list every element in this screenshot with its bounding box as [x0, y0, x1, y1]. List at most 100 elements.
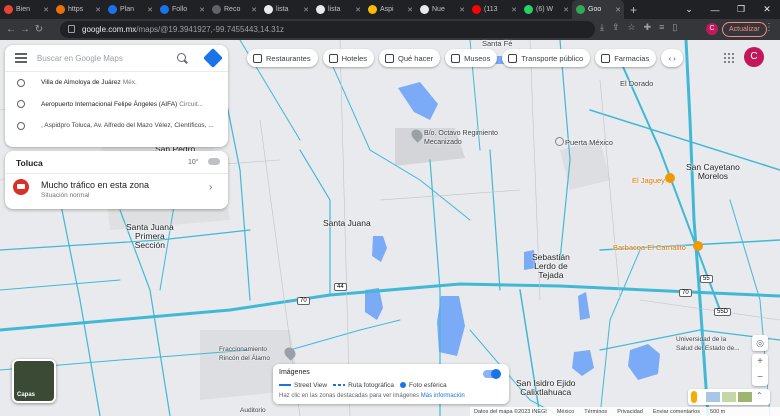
menu-icon[interactable]: ⋮ [764, 22, 774, 33]
extensions-icon[interactable]: ✚ [644, 22, 652, 33]
chip-public-transport[interactable]: Transporte público [502, 49, 591, 67]
search-panel: Buscar en Google Maps Villa de Almoloya … [5, 45, 228, 147]
map-label: B/o. Octavo Regimiento Mecanizado [424, 130, 498, 146]
close-icon[interactable]: ✕ [754, 4, 780, 15]
tab-close-icon[interactable]: ✕ [407, 6, 413, 14]
reading-list-icon[interactable]: ≡ [659, 22, 664, 33]
country-link[interactable]: México [557, 409, 574, 415]
hamburger-menu-icon[interactable] [15, 51, 27, 66]
browser-tab[interactable]: (113 ✕ [468, 0, 520, 19]
bookmark-star-icon[interactable]: ☆ [628, 22, 636, 33]
browser-tab[interactable]: Reco ✕ [208, 0, 260, 19]
thumbnail[interactable] [738, 392, 752, 402]
chip-things-to-do[interactable]: Qué hacer [379, 49, 441, 67]
directions-icon[interactable] [203, 48, 223, 68]
sphere-legend: Foto esférica [400, 382, 447, 389]
tab-close-icon[interactable]: ✕ [95, 6, 101, 14]
update-button[interactable]: Actualizar [722, 22, 767, 37]
thumbnail[interactable] [722, 392, 736, 402]
zoom-out-button[interactable]: − [752, 370, 768, 386]
my-location-button[interactable]: ◎ [752, 335, 768, 351]
minimize-icon[interactable]: — [702, 5, 728, 15]
restaurant-pin-icon[interactable] [665, 173, 675, 183]
tab-favicon-icon [472, 5, 481, 14]
tab-close-icon[interactable]: ✕ [147, 6, 153, 14]
side-panel-icon[interactable]: ▯ [672, 22, 677, 33]
thumbnail[interactable] [706, 392, 720, 402]
pharmacy-icon [601, 53, 611, 63]
chip-hotels[interactable]: Hoteles [322, 49, 375, 67]
chip-pharmacies[interactable]: Farmacias [595, 49, 657, 67]
traffic-title: Mucho tráfico en esta zona [41, 180, 150, 190]
search-input[interactable]: Buscar en Google Maps [37, 54, 123, 63]
tab-close-icon[interactable]: ✕ [251, 6, 257, 14]
window-controls: ⌄ — ❐ ✕ [676, 0, 780, 19]
chip-restaurants[interactable]: Restaurantes [247, 49, 318, 67]
history-item[interactable]: , Aspidpro Toluca, Av. Alfredo del Mazo … [5, 115, 228, 137]
back-icon[interactable]: ← [4, 24, 18, 35]
history-item[interactable]: Aeropuerto Internacional Felipe Ángeles … [5, 94, 228, 116]
browser-tab[interactable]: lista ✕ [312, 0, 364, 19]
route-shield: 70 [679, 289, 692, 297]
photo-route-legend: Ruta fotográfica [333, 382, 394, 389]
chips-scroll-button[interactable]: ‹ › [661, 49, 684, 67]
layers-button[interactable]: Capas [12, 359, 56, 403]
map-label: Sebastián Lerdo de Tejada [532, 252, 570, 280]
traffic-panel[interactable]: Toluca 10° Mucho tráfico en esta zona Si… [5, 151, 228, 209]
map-label: Fraccionamiento Rincón del Álamo [219, 346, 270, 362]
tab-close-icon[interactable]: ✕ [563, 6, 569, 14]
tab-close-icon[interactable]: ✕ [615, 6, 621, 14]
browser-tab[interactable]: lista ✕ [260, 0, 312, 19]
browser-tab[interactable]: Goo ✕ [572, 0, 624, 19]
install-icon[interactable]: ⤓ [600, 22, 604, 33]
tab-close-icon[interactable]: ✕ [43, 6, 49, 14]
account-avatar[interactable]: C [744, 47, 764, 67]
history-clock-icon [17, 100, 25, 109]
browser-tab[interactable]: Aspi ✕ [364, 0, 416, 19]
google-apps-icon[interactable] [723, 52, 735, 64]
browser-tab[interactable]: Follo ✕ [156, 0, 208, 19]
poi-shop-icon[interactable] [555, 137, 564, 146]
feedback-link[interactable]: Enviar comentarios [653, 409, 700, 415]
chevron-down-icon[interactable]: ⌄ [676, 4, 702, 15]
browser-tab[interactable]: https ✕ [52, 0, 104, 19]
zoom-in-button[interactable]: + [752, 354, 768, 370]
browser-tab[interactable]: Bien ✕ [0, 0, 52, 19]
reload-icon[interactable]: ↻ [32, 24, 46, 35]
search-icon[interactable] [177, 53, 186, 62]
scale-label[interactable]: 500 m [710, 409, 725, 415]
address-bar[interactable]: google.com.mx/maps/@19.3941927,-99.74554… [60, 21, 595, 38]
history-item[interactable]: Villa de Almoloya de Juárez Méx. [5, 72, 228, 94]
chip-label: Farmacias [614, 53, 650, 63]
maximize-icon[interactable]: ❐ [728, 4, 754, 15]
tab-close-icon[interactable]: ✕ [199, 6, 205, 14]
chip-label: Museos [464, 53, 491, 63]
forward-icon[interactable]: → [18, 24, 32, 35]
new-tab-icon[interactable]: + [630, 3, 637, 17]
more-info-link[interactable]: Más información [421, 393, 465, 399]
browser-tab[interactable]: (6) W ✕ [520, 0, 572, 19]
expand-up-icon[interactable]: ⌃ [756, 391, 763, 400]
share-icon[interactable]: ⇪ [612, 22, 620, 33]
terms-link[interactable]: Términos [584, 409, 607, 415]
browser-avatar[interactable]: C [706, 23, 718, 35]
pegman-icon[interactable] [691, 391, 697, 403]
tab-close-icon[interactable]: ✕ [459, 6, 465, 14]
chip-museums[interactable]: Museos [445, 49, 498, 67]
browser-tab[interactable]: Nue ✕ [416, 0, 468, 19]
water-bodies [365, 56, 660, 380]
tab-favicon-icon [4, 5, 13, 14]
fork-knife-icon [253, 53, 262, 63]
tab-label: Plan [120, 6, 135, 13]
tab-close-icon[interactable]: ✕ [303, 6, 309, 14]
imagery-toggle[interactable] [483, 369, 501, 379]
privacy-link[interactable]: Privacidad [617, 409, 643, 415]
chevron-left-right-icon: ‹ › [668, 53, 676, 63]
tab-favicon-icon [420, 5, 429, 14]
restaurant-pin-icon[interactable] [693, 241, 703, 251]
tab-close-icon[interactable]: ✕ [511, 6, 517, 14]
browser-tab[interactable]: Plan ✕ [104, 0, 156, 19]
tab-favicon-icon [316, 5, 325, 14]
chevron-right-icon[interactable]: › [209, 182, 212, 193]
tab-close-icon[interactable]: ✕ [355, 6, 361, 14]
